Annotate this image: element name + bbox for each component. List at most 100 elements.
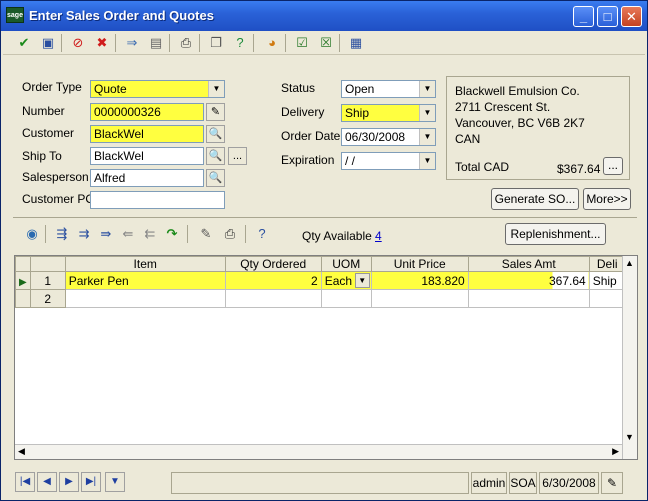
chevron-down-icon[interactable]: ▼ xyxy=(419,153,435,169)
print-icon[interactable]: ⎙ xyxy=(177,34,195,52)
uom-value: Each xyxy=(324,273,353,288)
customer-input[interactable]: BlackWel xyxy=(90,125,204,143)
table-row[interactable]: ▶ 1 Parker Pen 2 Each ▼ 183.820 367.64 S… xyxy=(15,271,626,290)
delivery-select[interactable]: Ship ▼ xyxy=(341,104,436,122)
total-value: $367.64 xyxy=(557,162,601,176)
qty-available-link[interactable]: 4 xyxy=(375,229,382,243)
next-number-icon[interactable]: ✎ xyxy=(206,103,225,121)
last-record-icon[interactable]: ▶| xyxy=(81,472,101,492)
current-row-indicator-icon: ▶ xyxy=(15,271,31,290)
next-record-icon[interactable]: ▶ xyxy=(59,472,79,492)
expiration-date-input[interactable]: / / ▼ xyxy=(341,152,436,170)
main-toolbar: ✔ ▣ ⊘ ✖ ⇒ ▤ ⎙ ❐ ? ◕ ☑ ☒ ▦ xyxy=(3,31,645,55)
color-wheel-icon[interactable]: ◕ xyxy=(263,34,281,52)
resize-grip-icon[interactable]: ✎ xyxy=(601,472,623,494)
column-header-qty-ordered[interactable]: Qty Ordered xyxy=(224,256,322,272)
order-date-input[interactable]: 06/30/2008 ▼ xyxy=(341,128,436,146)
customer-po-input[interactable] xyxy=(90,191,225,209)
scroll-right-icon[interactable]: ▶ xyxy=(612,446,619,457)
order-lines-grid: Item Qty Ordered UOM Unit Price Sales Am… xyxy=(14,255,638,460)
first-record-icon[interactable]: |◀ xyxy=(15,472,35,492)
ship-to-input[interactable]: BlackWel xyxy=(90,147,204,165)
scroll-left-icon[interactable]: ◀ xyxy=(18,446,25,457)
section-divider xyxy=(13,217,637,218)
column-header-sales-amt[interactable]: Sales Amt xyxy=(467,256,590,272)
chevron-down-icon[interactable]: ▼ xyxy=(419,105,435,121)
edit-notes-icon[interactable]: ✎ xyxy=(197,225,215,243)
unit-price-cell[interactable]: 183.820 xyxy=(370,271,469,290)
insert-line-icon[interactable]: ⇶ xyxy=(53,225,71,243)
vertical-scrollbar[interactable]: ▲ ▼ xyxy=(622,256,637,459)
qty-ordered-cell[interactable] xyxy=(224,289,322,308)
total-details-button[interactable]: ... xyxy=(603,157,623,175)
customer-label: Customer xyxy=(22,126,75,140)
horizontal-scrollbar[interactable]: ◀ ▶ xyxy=(15,444,622,459)
table-icon[interactable]: ▦ xyxy=(347,34,365,52)
maximize-button[interactable]: □ xyxy=(597,6,618,27)
insert-kit-icon[interactable]: ⇉ xyxy=(75,225,93,243)
toolbar-divider xyxy=(285,34,286,52)
order-type-select[interactable]: Quote ▼ xyxy=(90,80,225,98)
item-cell[interactable]: Parker Pen xyxy=(64,271,226,290)
toolbar-divider xyxy=(245,225,246,243)
print-icon[interactable]: ⎙ xyxy=(221,225,239,243)
previous-record-icon[interactable]: ◀ xyxy=(37,472,57,492)
address-line-4: CAN xyxy=(455,132,481,146)
generate-so-button[interactable]: Generate SO... xyxy=(491,188,579,210)
delivery-cell[interactable] xyxy=(588,289,626,308)
table-row[interactable]: 2 xyxy=(15,289,626,308)
scroll-up-icon[interactable]: ▲ xyxy=(625,258,634,268)
ship-to-more-button[interactable]: ... xyxy=(228,147,247,165)
filter-icon[interactable]: ▼ xyxy=(105,472,125,492)
replenishment-button[interactable]: Replenishment... xyxy=(505,223,606,245)
append-line-icon[interactable]: ⇛ xyxy=(97,225,115,243)
delete-icon[interactable]: ✖ xyxy=(93,34,111,52)
more-button[interactable]: More>> xyxy=(583,188,631,210)
toolbar-divider xyxy=(45,225,46,243)
chevron-down-icon[interactable]: ▼ xyxy=(419,129,435,145)
check-all-icon[interactable]: ☒ xyxy=(317,34,335,52)
salesperson-input[interactable]: Alfred xyxy=(90,169,204,187)
check-icon[interactable]: ☑ xyxy=(293,34,311,52)
export-icon[interactable]: ⇒ xyxy=(123,34,141,52)
accept-icon[interactable]: ✔ xyxy=(15,34,33,52)
toolbar-divider xyxy=(253,34,254,52)
chevron-down-icon[interactable]: ▼ xyxy=(208,81,224,97)
save-icon[interactable]: ▣ xyxy=(39,34,57,52)
toolbar-divider xyxy=(199,34,200,52)
column-header-uom[interactable]: UOM xyxy=(320,256,372,272)
delivery-cell[interactable]: Ship xyxy=(588,271,626,290)
sales-amt-cell[interactable] xyxy=(467,289,590,308)
chevron-down-icon[interactable]: ▼ xyxy=(419,81,435,97)
scroll-down-icon[interactable]: ▼ xyxy=(625,432,634,442)
cancel-icon[interactable]: ⊘ xyxy=(69,34,87,52)
column-header-item[interactable]: Item xyxy=(64,256,226,272)
help-icon[interactable]: ? xyxy=(253,225,271,243)
order-type-value: Quote xyxy=(94,82,127,96)
customer-search-icon[interactable]: 🔍 xyxy=(206,125,225,143)
notes-icon[interactable]: ▤ xyxy=(147,34,165,52)
qty-ordered-cell[interactable]: 2 xyxy=(224,271,322,290)
minimize-button[interactable]: _ xyxy=(573,6,594,27)
chevron-down-icon[interactable]: ▼ xyxy=(354,273,370,288)
remove-lines-icon[interactable]: ⇇ xyxy=(141,225,159,243)
copy-icon[interactable]: ❐ xyxy=(207,34,225,52)
delete-line-icon[interactable]: ⇚ xyxy=(119,225,137,243)
uom-cell[interactable]: Each ▼ xyxy=(320,271,372,290)
salesperson-search-icon[interactable]: 🔍 xyxy=(206,169,225,187)
close-button[interactable]: ✕ xyxy=(621,6,642,27)
status-select[interactable]: Open ▼ xyxy=(341,80,436,98)
unit-price-cell[interactable] xyxy=(370,289,469,308)
sales-amt-cell[interactable]: 367.64 xyxy=(467,271,590,290)
column-header-delivery[interactable]: Deli xyxy=(588,256,626,272)
ship-to-search-icon[interactable]: 🔍 xyxy=(206,147,225,165)
redo-arrow-icon[interactable]: ↷ xyxy=(163,225,181,243)
toolbar-divider xyxy=(61,34,62,52)
uom-cell[interactable] xyxy=(320,289,372,308)
item-cell[interactable] xyxy=(64,289,226,308)
globe-icon[interactable]: ◉ xyxy=(23,225,41,243)
help-icon[interactable]: ? xyxy=(231,34,249,52)
order-number-input[interactable]: 0000000326 xyxy=(90,103,204,121)
column-header-unit-price[interactable]: Unit Price xyxy=(370,256,469,272)
customer-address-panel: Blackwell Emulsion Co. 2711 Crescent St.… xyxy=(446,76,630,180)
